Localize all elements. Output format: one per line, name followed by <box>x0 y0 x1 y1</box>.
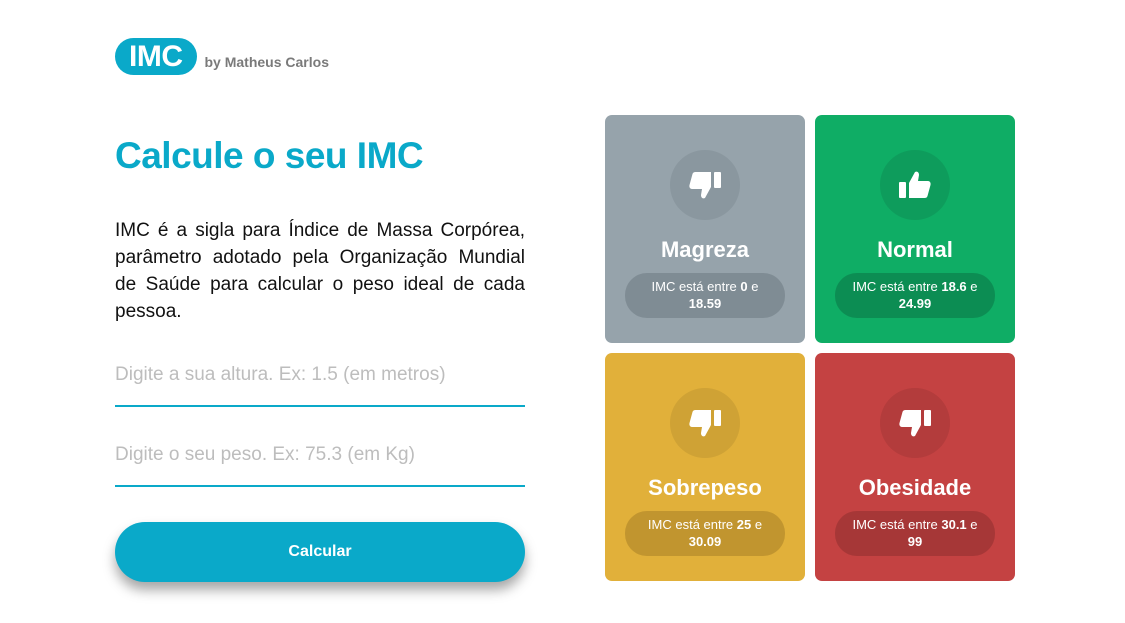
logo-group: IMC by Matheus Carlos <box>115 38 329 75</box>
card-title: Sobrepeso <box>648 475 762 500</box>
height-input[interactable] <box>115 355 525 395</box>
range-joiner: e <box>751 517 763 532</box>
card-normal: Normal IMC está entre 18.6 e 24.99 <box>815 115 1015 343</box>
range-prefix: IMC está entre <box>852 279 942 294</box>
range-joiner: e <box>747 279 759 294</box>
imc-ranges-grid: Magreza IMC está entre 0 e 18.59 Normal … <box>605 115 1015 581</box>
page-title: Calcule o seu IMC <box>115 135 424 176</box>
card-sobrepeso: Sobrepeso IMC está entre 25 e 30.09 <box>605 353 805 581</box>
byline: by Matheus Carlos <box>204 53 329 70</box>
range-min: 30.1 <box>941 517 967 532</box>
range-max: 30.09 <box>688 534 722 549</box>
card-magreza: Magreza IMC está entre 0 e 18.59 <box>605 115 805 343</box>
range-min: 0 <box>740 279 748 294</box>
range-max: 24.99 <box>898 296 932 311</box>
description-text: IMC é a sigla para Índice de Massa Corpó… <box>115 220 525 322</box>
range-max: 18.59 <box>688 296 722 311</box>
height-field <box>115 355 525 407</box>
thumbs-down-icon <box>670 388 740 458</box>
thumbs-down-icon <box>670 150 740 220</box>
card-range: IMC está entre 25 e 30.09 <box>625 511 785 556</box>
range-joiner: e <box>966 279 978 294</box>
range-min: 25 <box>736 517 752 532</box>
logo-badge: IMC <box>115 38 197 75</box>
range-joiner: e <box>966 517 978 532</box>
card-range: IMC está entre 18.6 e 24.99 <box>835 273 995 318</box>
thumbs-down-icon <box>880 388 950 458</box>
thumbs-up-icon <box>880 150 950 220</box>
range-prefix: IMC está entre <box>651 279 741 294</box>
weight-field <box>115 435 525 487</box>
range-max: 99 <box>907 534 923 549</box>
range-prefix: IMC está entre <box>852 517 942 532</box>
card-obesidade: Obesidade IMC está entre 30.1 e 99 <box>815 353 1015 581</box>
calculate-button[interactable]: Calcular <box>115 522 525 582</box>
range-prefix: IMC está entre <box>647 517 737 532</box>
calculator-panel: Calcule o seu IMC IMC é a sigla para Índ… <box>115 135 525 582</box>
card-range: IMC está entre 30.1 e 99 <box>835 511 995 556</box>
weight-input[interactable] <box>115 435 525 475</box>
card-title: Obesidade <box>858 475 972 500</box>
range-min: 18.6 <box>941 279 967 294</box>
card-title: Magreza <box>660 237 750 262</box>
card-range: IMC está entre 0 e 18.59 <box>625 273 785 318</box>
card-title: Normal <box>877 237 953 262</box>
